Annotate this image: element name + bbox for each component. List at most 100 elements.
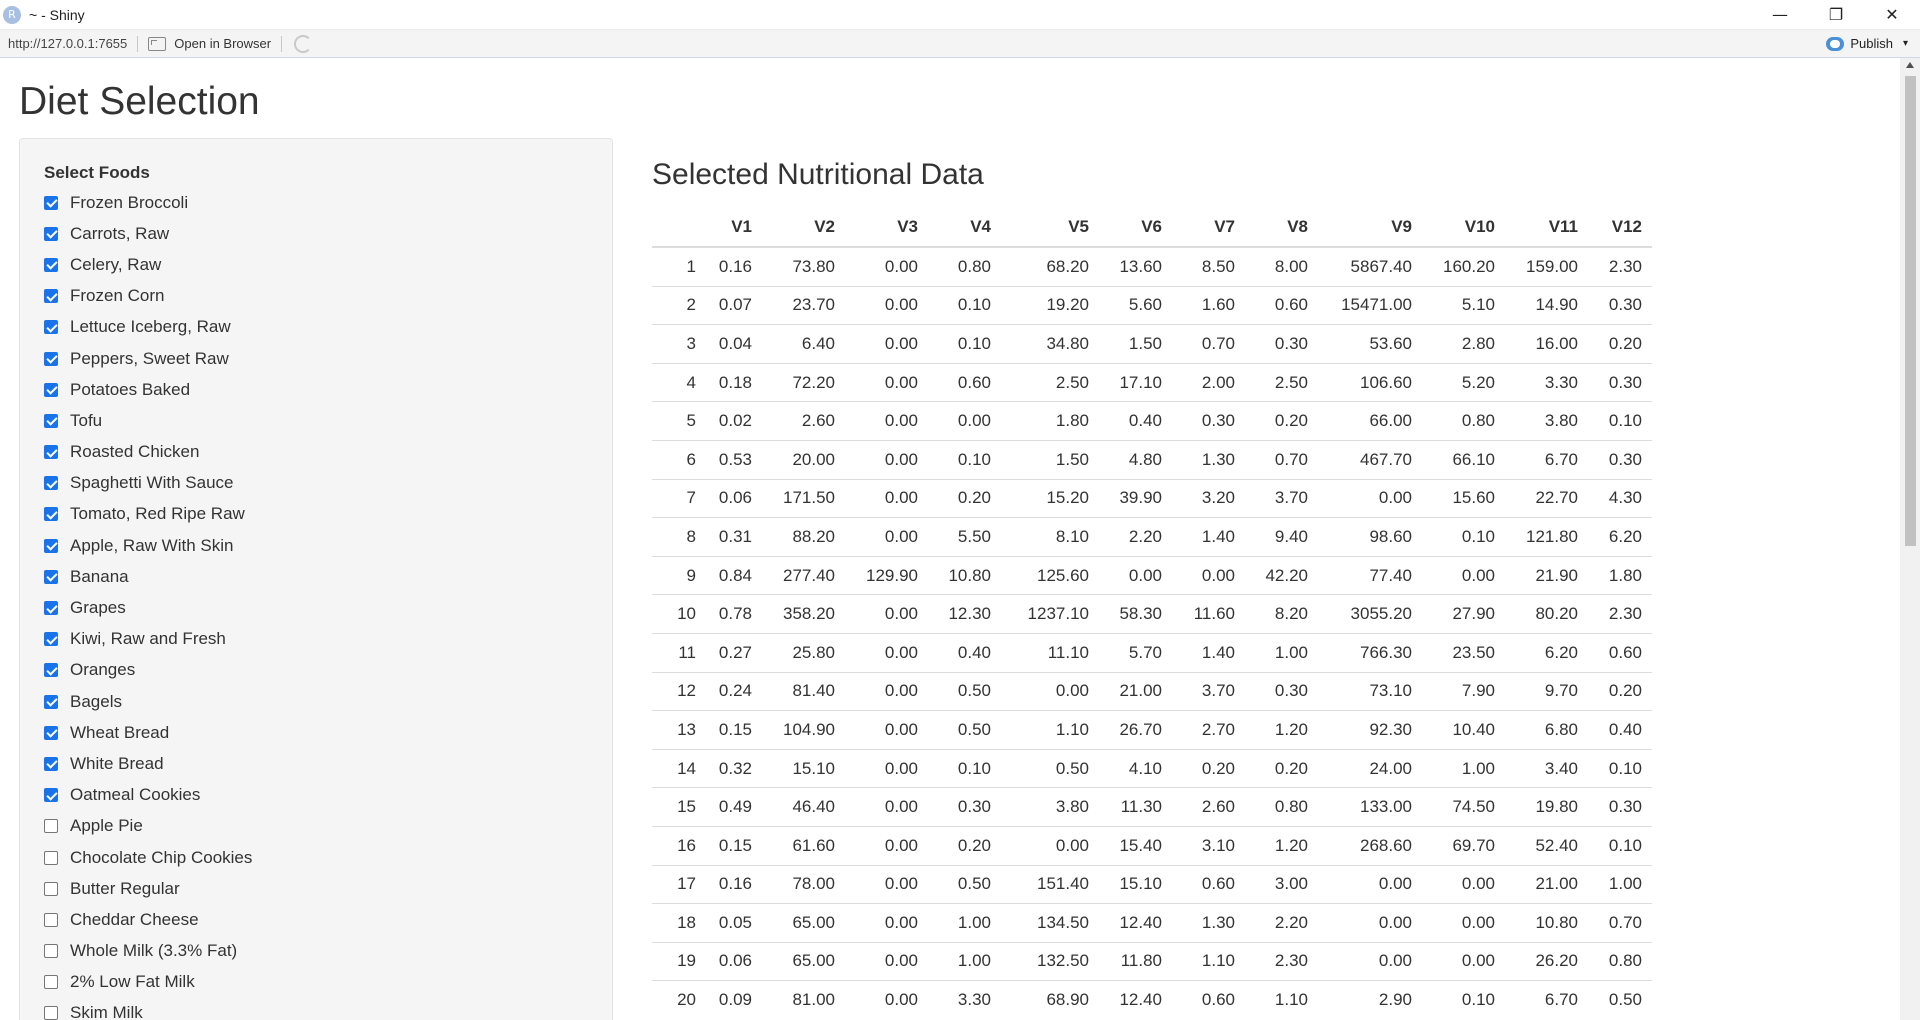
checkbox-unchecked[interactable] <box>44 975 58 990</box>
checkbox-unchecked[interactable] <box>44 881 58 896</box>
food-option[interactable]: Butter Regular <box>44 873 252 904</box>
checkbox-checked[interactable] <box>44 382 58 397</box>
table-cell: 5.60 <box>1099 285 1172 325</box>
table-cell: 0.30 <box>1588 362 1652 402</box>
checkbox-checked[interactable] <box>44 507 58 522</box>
food-option[interactable]: Oatmeal Cookies <box>44 780 252 811</box>
checkbox-unchecked[interactable] <box>44 1006 58 1020</box>
food-option[interactable]: Cheddar Cheese <box>44 904 252 935</box>
food-option[interactable]: 2% Low Fat Milk <box>44 967 252 998</box>
table-cell: 0.60 <box>1172 864 1245 904</box>
checkbox-unchecked[interactable] <box>44 819 58 834</box>
food-option[interactable]: Peppers, Sweet Raw <box>44 343 252 374</box>
table-cell: 5.70 <box>1099 632 1172 673</box>
table-cell: 1.00 <box>1422 748 1505 788</box>
food-option[interactable]: Apple, Raw With Skin <box>44 530 252 561</box>
food-option[interactable]: Apple Pie <box>44 811 252 842</box>
food-option[interactable]: Carrots, Raw <box>44 218 252 249</box>
checkbox-checked[interactable] <box>44 663 58 678</box>
scroll-up-arrow-icon[interactable] <box>1906 62 1914 68</box>
row-index-cell: 18 <box>652 903 706 943</box>
table-cell: 5.10 <box>1422 285 1505 325</box>
food-option[interactable]: White Bread <box>44 748 252 779</box>
food-option[interactable]: Grapes <box>44 592 252 623</box>
table-cell: 0.00 <box>845 285 928 325</box>
food-option[interactable]: Roasted Chicken <box>44 437 252 468</box>
table-cell: 3.20 <box>1172 478 1245 518</box>
scrollbar-thumb[interactable] <box>1905 76 1916 546</box>
refresh-icon[interactable] <box>294 34 313 53</box>
vertical-scrollbar[interactable] <box>1900 58 1920 1020</box>
checkbox-checked[interactable] <box>44 725 58 740</box>
checkbox-checked[interactable] <box>44 756 58 771</box>
food-option[interactable]: Frozen Corn <box>44 281 252 312</box>
column-header: V11 <box>1505 208 1588 248</box>
table-cell: 1.60 <box>1172 285 1245 325</box>
checkbox-checked[interactable] <box>44 195 58 210</box>
food-checkbox-group: Frozen Broccoli Carrots, Raw Celery, Raw Fr… <box>44 187 252 1020</box>
table-cell: 4.80 <box>1099 439 1172 480</box>
food-option[interactable]: Banana <box>44 561 252 592</box>
table-cell: 0.00 <box>845 517 928 557</box>
checkbox-checked[interactable] <box>44 632 58 647</box>
table-cell: 2.70 <box>1172 710 1245 750</box>
row-index-cell: 7 <box>652 478 706 518</box>
toolbar-divider <box>281 35 283 52</box>
food-option[interactable]: Lettuce Iceberg, Raw <box>44 312 252 343</box>
row-index-cell: 20 <box>652 980 706 1019</box>
food-option[interactable]: Tofu <box>44 405 252 436</box>
food-option[interactable]: Potatoes Baked <box>44 374 252 405</box>
food-option[interactable]: Bagels <box>44 686 252 717</box>
checkbox-checked[interactable] <box>44 788 58 803</box>
checkbox-checked[interactable] <box>44 569 58 584</box>
table-cell: 10.80 <box>1505 903 1588 943</box>
food-option[interactable]: Whole Milk (3.3% Fat) <box>44 936 252 967</box>
table-cell: 25.80 <box>762 632 845 673</box>
food-option[interactable]: Wheat Bread <box>44 717 252 748</box>
checkbox-unchecked[interactable] <box>44 850 58 865</box>
food-option[interactable]: Oranges <box>44 655 252 686</box>
food-option[interactable]: Celery, Raw <box>44 249 252 280</box>
food-option[interactable]: Kiwi, Raw and Fresh <box>44 624 252 655</box>
nutrition-table: V1 V2 V3 V4 V5 V6 V7 V8 V9 V10 V11 V12 1 0.16 73.80 0.… <box>652 208 1652 1019</box>
table-cell: 2.50 <box>1001 362 1099 402</box>
minimize-button[interactable]: — <box>1752 0 1808 29</box>
open-in-browser-button[interactable]: Open in Browser <box>148 36 271 51</box>
sidebar-panel: Select Foods Frozen Broccoli Carrots, Raw… <box>19 138 613 1020</box>
table-cell: 98.60 <box>1318 517 1422 557</box>
checkbox-unchecked[interactable] <box>44 944 58 959</box>
checkbox-checked[interactable] <box>44 694 58 709</box>
food-option[interactable]: Frozen Broccoli <box>44 187 252 218</box>
table-cell: 1.10 <box>1001 710 1099 750</box>
restore-button[interactable]: ❐ <box>1808 0 1864 29</box>
checkbox-checked[interactable] <box>44 351 58 366</box>
checkbox-checked[interactable] <box>44 538 58 553</box>
checkbox-checked[interactable] <box>44 320 58 335</box>
table-cell: 0.10 <box>928 748 1001 788</box>
checkbox-checked[interactable] <box>44 289 58 304</box>
table-cell: 0.80 <box>1245 787 1318 827</box>
table-row: 17 0.16 78.00 0.00 0.50 151.40 15.10 0.60 3.00 0.… <box>652 864 1652 904</box>
table-cell: 73.10 <box>1318 671 1422 711</box>
publish-button[interactable]: Publish ▾ <box>1826 30 1908 57</box>
food-option[interactable]: Chocolate Chip Cookies <box>44 842 252 873</box>
checkbox-checked[interactable] <box>44 476 58 491</box>
food-option[interactable]: Skim Milk <box>44 998 252 1020</box>
table-cell: 0.49 <box>706 787 762 827</box>
food-option[interactable]: Tomato, Red Ripe Raw <box>44 499 252 530</box>
close-button[interactable]: ✕ <box>1864 0 1920 29</box>
checkbox-checked[interactable] <box>44 445 58 460</box>
table-cell: 2.60 <box>762 401 845 441</box>
table-cell: 6.20 <box>1588 517 1652 557</box>
checkbox-unchecked[interactable] <box>44 912 58 927</box>
table-cell: 0.16 <box>706 864 762 904</box>
checkbox-checked[interactable] <box>44 601 58 616</box>
table-cell: 9.40 <box>1245 517 1318 557</box>
chevron-down-icon[interactable]: ▾ <box>1903 38 1908 49</box>
checkbox-checked[interactable] <box>44 413 58 428</box>
checkbox-checked[interactable] <box>44 226 58 241</box>
table-cell: 0.00 <box>845 787 928 827</box>
food-option[interactable]: Spaghetti With Sauce <box>44 468 252 499</box>
table-cell: 0.16 <box>706 246 762 287</box>
checkbox-checked[interactable] <box>44 257 58 272</box>
